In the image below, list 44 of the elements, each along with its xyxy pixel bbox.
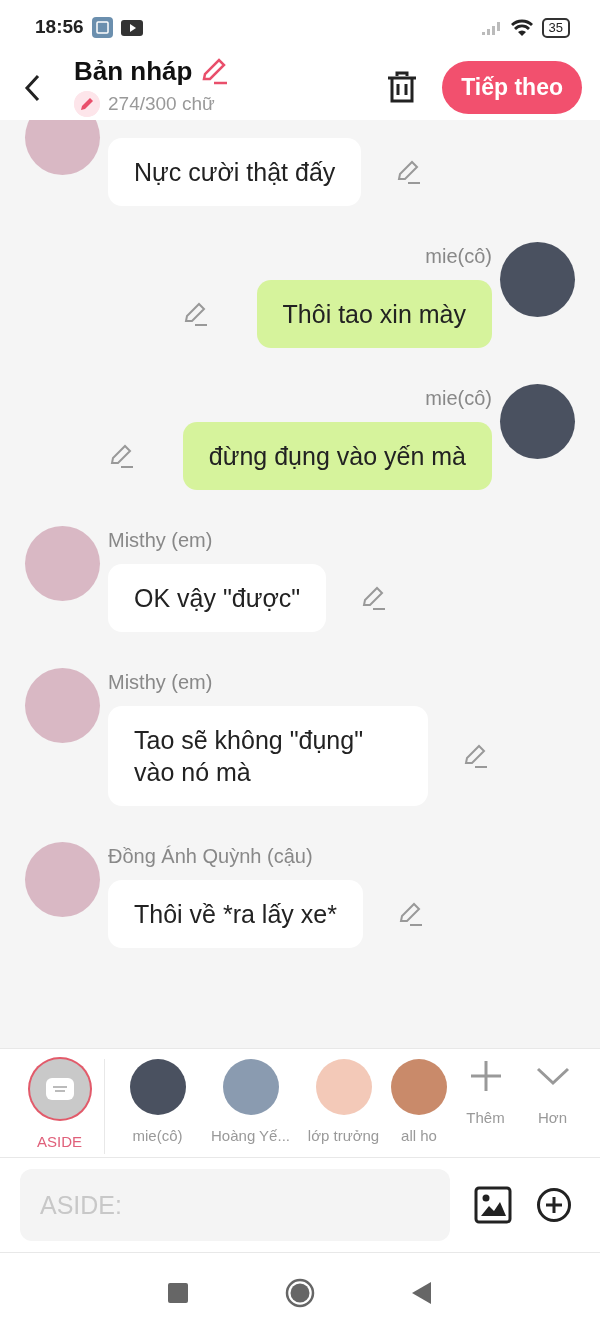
character-counter: 274/300 chữ	[108, 91, 215, 116]
strip-action[interactable]: Thêm	[452, 1059, 519, 1130]
sender-name: Đồng Ánh Quỳnh (cậu)	[108, 844, 313, 869]
app-notification-icon	[91, 17, 113, 38]
edit-icon[interactable]	[108, 443, 135, 469]
recent-apps-icon[interactable]	[167, 1282, 189, 1304]
edit-icon[interactable]	[200, 57, 229, 86]
character-item[interactable]: ASIDE	[15, 1059, 105, 1154]
battery-level: 35	[541, 17, 570, 38]
message-bubble: OK vậy "được"	[108, 564, 327, 632]
edit-icon[interactable]	[396, 159, 423, 185]
edit-icon[interactable]	[182, 301, 209, 327]
plus-icon	[468, 1059, 503, 1093]
sender-name: Misthy (em)	[108, 528, 213, 553]
character-item[interactable]: all ho	[390, 1059, 448, 1148]
trash-icon[interactable]	[386, 70, 419, 105]
message-bubble: đừng đụng vào yến mà	[182, 422, 492, 490]
edit-icon[interactable]	[397, 901, 424, 927]
image-icon[interactable]	[474, 1186, 512, 1224]
sender-name: Misthy (em)	[108, 670, 213, 695]
signal-icon	[479, 19, 502, 36]
back-icon[interactable]	[22, 72, 42, 103]
strip-action[interactable]: Hơn	[519, 1059, 586, 1130]
character-item[interactable]: lớp trưởng	[297, 1059, 390, 1148]
video-play-icon	[120, 19, 143, 36]
next-button[interactable]: Tiếp theo	[442, 61, 582, 114]
note-icon	[45, 1078, 74, 1100]
home-icon[interactable]	[285, 1278, 315, 1308]
message-bubble: Tao sẽ không "đụng" vào nó mà	[108, 706, 428, 806]
sender-name: mie(cô)	[425, 386, 492, 411]
add-icon[interactable]	[536, 1187, 572, 1223]
sender-name: mie(cô)	[425, 244, 492, 269]
edit-icon[interactable]	[361, 585, 388, 611]
message-bubble: Nực cười thật đấy	[108, 138, 362, 206]
message-bubble: Thôi về *ra lấy xe*	[108, 880, 363, 948]
message-bubble: Thôi tao xin mày	[256, 280, 492, 348]
status-time: 18:56	[35, 15, 84, 40]
avatar-photo	[391, 1059, 447, 1115]
wifi-icon	[509, 18, 534, 37]
character-item[interactable]: Hoàng Yế...	[204, 1059, 297, 1148]
edit-icon[interactable]	[463, 743, 489, 769]
draft-title: Bản nháp	[74, 56, 193, 86]
character-item[interactable]: mie(cô)	[111, 1059, 204, 1148]
back-nav-icon[interactable]	[411, 1281, 433, 1305]
